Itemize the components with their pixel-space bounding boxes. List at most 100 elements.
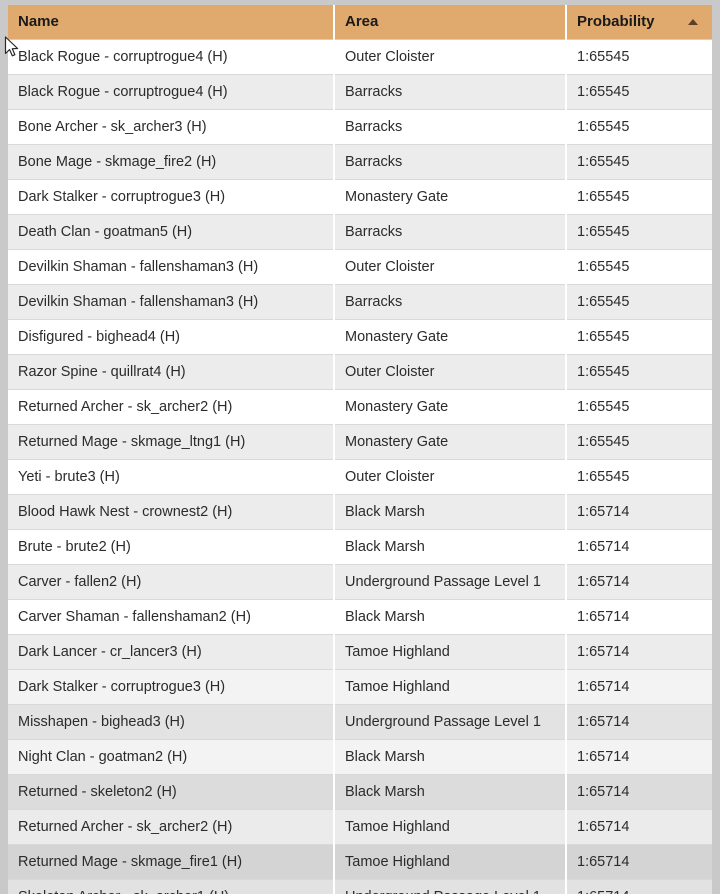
cell-name: Night Clan - goatman2 (H) <box>8 739 335 775</box>
cell-area: Tamoe Highland <box>334 844 567 880</box>
cell-name: Returned Mage - skmage_ltng1 (H) <box>8 424 335 460</box>
cell-area: Barracks <box>334 284 567 320</box>
cell-probability: 1:65545 <box>566 39 712 75</box>
screen-viewport: Name Area Probability Black Rogue - corr… <box>0 0 720 894</box>
cell-probability: 1:65714 <box>566 704 712 740</box>
cell-probability: 1:65545 <box>566 319 712 355</box>
cell-probability: 1:65714 <box>566 669 712 705</box>
table-row[interactable]: Returned Mage - skmage_fire1 (H) Tamoe Hi… <box>8 844 712 880</box>
table-row[interactable]: Dark Stalker - corruptrogue3 (H) Monaster… <box>8 179 712 215</box>
cell-area: Monastery Gate <box>334 424 567 460</box>
cell-name: Dark Lancer - cr_lancer3 (H) <box>8 634 335 670</box>
table-row[interactable]: Night Clan - goatman2 (H) Black Marsh 1:65… <box>8 739 712 775</box>
table-row[interactable]: Returned - skeleton2 (H) Black Marsh 1:657… <box>8 774 712 810</box>
cell-probability: 1:65545 <box>566 424 712 460</box>
cell-probability: 1:65545 <box>566 109 712 145</box>
cell-name: Carver - fallen2 (H) <box>8 564 335 600</box>
table-row[interactable]: Death Clan - goatman5 (H) Barracks 1:65545 <box>8 214 712 250</box>
cell-probability: 1:65545 <box>566 389 712 425</box>
cell-area: Barracks <box>334 144 567 180</box>
cell-area: Tamoe Highland <box>334 669 567 705</box>
cell-name: Dark Stalker - corruptrogue3 (H) <box>8 179 335 215</box>
cell-probability: 1:65714 <box>566 844 712 880</box>
cell-probability: 1:65714 <box>566 879 712 894</box>
cell-area: Outer Cloister <box>334 249 567 285</box>
cell-area: Monastery Gate <box>334 179 567 215</box>
table-row[interactable]: Blood Hawk Nest - crownest2 (H) Black Mar… <box>8 494 712 530</box>
table-row[interactable]: Carver - fallen2 (H) Underground Passage … <box>8 564 712 600</box>
cell-probability: 1:65545 <box>566 214 712 250</box>
monster-probability-table-container: Name Area Probability Black Rogue - corr… <box>8 5 712 894</box>
cell-name: Returned Archer - sk_archer2 (H) <box>8 389 335 425</box>
cell-probability: 1:65714 <box>566 494 712 530</box>
cell-name: Returned Mage - skmage_fire1 (H) <box>8 844 335 880</box>
cell-area: Monastery Gate <box>334 319 567 355</box>
table-row[interactable]: Black Rogue - corruptrogue4 (H) Outer Clo… <box>8 39 712 75</box>
cell-probability: 1:65545 <box>566 354 712 390</box>
table-row[interactable]: Dark Stalker - corruptrogue3 (H) Tamoe Hi… <box>8 669 712 705</box>
cell-probability: 1:65545 <box>566 249 712 285</box>
table-row[interactable]: Devilkin Shaman - fallenshaman3 (H) Barra… <box>8 284 712 320</box>
column-header-name[interactable]: Name <box>8 5 335 40</box>
cell-name: Razor Spine - quillrat4 (H) <box>8 354 335 390</box>
cell-area: Tamoe Highland <box>334 809 567 845</box>
cell-name: Yeti - brute3 (H) <box>8 459 335 495</box>
cell-probability: 1:65714 <box>566 809 712 845</box>
table-row[interactable]: Returned Archer - sk_archer2 (H) Tamoe Hi… <box>8 809 712 845</box>
cell-area: Barracks <box>334 74 567 110</box>
table-row[interactable]: Carver Shaman - fallenshaman2 (H) Black M… <box>8 599 712 635</box>
cell-area: Barracks <box>334 214 567 250</box>
cell-name: Disfigured - bighead4 (H) <box>8 319 335 355</box>
cell-name: Returned - skeleton2 (H) <box>8 774 335 810</box>
cell-probability: 1:65714 <box>566 529 712 565</box>
table-row[interactable]: Bone Mage - skmage_fire2 (H) Barracks 1:65… <box>8 144 712 180</box>
cell-probability: 1:65714 <box>566 564 712 600</box>
table-row[interactable]: Yeti - brute3 (H) Outer Cloister 1:65545 <box>8 459 712 495</box>
column-header-area-label: Area <box>345 13 379 30</box>
cell-name: Skeleton Archer - sk_archer1 (H) <box>8 879 335 894</box>
cell-name: Bone Archer - sk_archer3 (H) <box>8 109 335 145</box>
cell-name: Bone Mage - skmage_fire2 (H) <box>8 144 335 180</box>
cell-probability: 1:65545 <box>566 144 712 180</box>
cell-area: Underground Passage Level 1 <box>334 879 567 894</box>
cell-area: Black Marsh <box>334 529 567 565</box>
cell-name: Devilkin Shaman - fallenshaman3 (H) <box>8 249 335 285</box>
cell-name: Blood Hawk Nest - crownest2 (H) <box>8 494 335 530</box>
table-row[interactable]: Devilkin Shaman - fallenshaman3 (H) Outer… <box>8 249 712 285</box>
table-row[interactable]: Bone Archer - sk_archer3 (H) Barracks 1:65… <box>8 109 712 145</box>
table-row[interactable]: Razor Spine - quillrat4 (H) Outer Cloiste… <box>8 354 712 390</box>
table-row[interactable]: Returned Mage - skmage_ltng1 (H) Monaster… <box>8 424 712 460</box>
cell-area: Black Marsh <box>334 739 567 775</box>
cell-probability: 1:65545 <box>566 459 712 495</box>
table-row[interactable]: Skeleton Archer - sk_archer1 (H)Undergro… <box>8 879 712 894</box>
table-row[interactable]: Brute - brute2 (H) Black Marsh 1:65714 <box>8 529 712 565</box>
cell-area: Outer Cloister <box>334 354 567 390</box>
table-row[interactable]: Black Rogue - corruptrogue4 (H) Barracks 1… <box>8 74 712 110</box>
cell-area: Outer Cloister <box>334 39 567 75</box>
column-header-probability[interactable]: Probability <box>566 5 712 40</box>
cell-probability: 1:65545 <box>566 284 712 320</box>
cell-probability: 1:65714 <box>566 599 712 635</box>
cell-probability: 1:65545 <box>566 74 712 110</box>
monster-probability-table: Name Area Probability Black Rogue - corr… <box>8 5 712 894</box>
column-header-area[interactable]: Area <box>334 5 567 40</box>
column-header-name-label: Name <box>18 13 59 30</box>
cell-name: Returned Archer - sk_archer2 (H) <box>8 809 335 845</box>
cell-area: Tamoe Highland <box>334 634 567 670</box>
cell-area: Black Marsh <box>334 494 567 530</box>
table-header: Name Area Probability <box>8 5 712 40</box>
table-row[interactable]: Disfigured - bighead4 (H) Monastery Gate 1… <box>8 319 712 355</box>
table-row[interactable]: Misshapen - bighead3 (H) Underground Pass… <box>8 704 712 740</box>
cell-area: Underground Passage Level 1 <box>334 564 567 600</box>
cell-name: Carver Shaman - fallenshaman2 (H) <box>8 599 335 635</box>
cell-probability: 1:65545 <box>566 179 712 215</box>
cell-name: Black Rogue - corruptrogue4 (H) <box>8 74 335 110</box>
cell-area: Outer Cloister <box>334 459 567 495</box>
table-row[interactable]: Returned Archer - sk_archer2 (H) Monaster… <box>8 389 712 425</box>
sort-ascending-arrow-icon[interactable] <box>688 18 698 25</box>
cell-area: Barracks <box>334 109 567 145</box>
cell-name: Dark Stalker - corruptrogue3 (H) <box>8 669 335 705</box>
table-body: Black Rogue - corruptrogue4 (H) Outer Clo… <box>8 39 712 894</box>
column-header-probability-label: Probability <box>577 13 655 30</box>
table-row[interactable]: Dark Lancer - cr_lancer3 (H) Tamoe Highla… <box>8 634 712 670</box>
